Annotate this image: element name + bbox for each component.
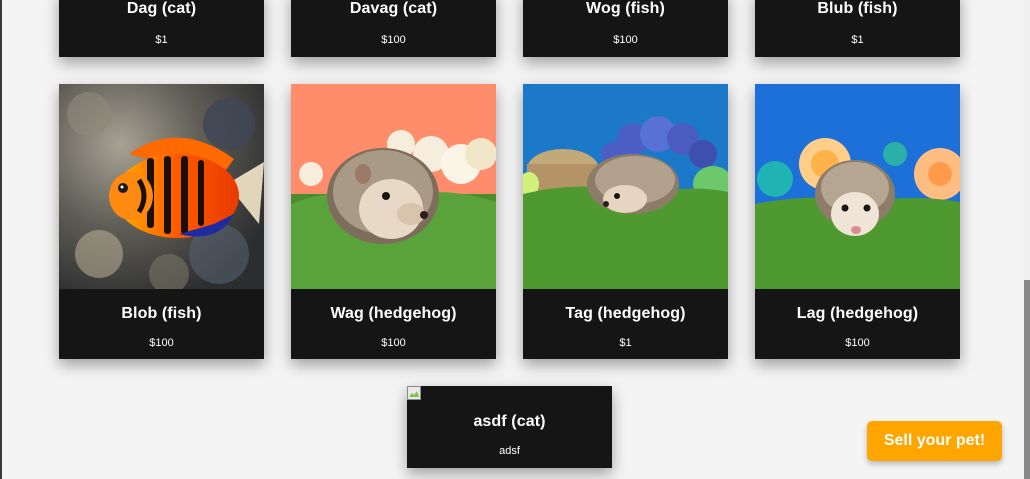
broken-image-icon — [407, 386, 421, 400]
pet-price: $100 — [149, 337, 174, 349]
pet-card-tag[interactable]: Tag (hedgehog) $1 — [523, 84, 728, 359]
pet-price: $100 — [613, 34, 638, 46]
scrollbar-thumb[interactable] — [1024, 280, 1030, 479]
pet-card-blob[interactable]: Blob (fish) $100 — [59, 84, 264, 359]
pet-card-dag[interactable]: Dag (cat) $1 — [59, 0, 264, 57]
pet-name: Wag (hedgehog) — [330, 305, 457, 322]
pet-price: adsf — [499, 445, 520, 457]
pet-price: $1 — [851, 34, 864, 46]
pet-card-davag[interactable]: Davag (cat) $100 — [291, 0, 496, 57]
vertical-scrollbar[interactable] — [1024, 0, 1030, 479]
pet-card-blub[interactable]: Blub (fish) $1 — [755, 0, 960, 57]
pet-price: $100 — [381, 34, 406, 46]
pet-name: asdf (cat) — [473, 413, 546, 430]
pet-name: Dag (cat) — [126, 0, 197, 17]
pet-photo-fish — [59, 84, 264, 289]
pet-price: $100 — [845, 337, 870, 349]
pet-name: Lag (hedgehog) — [796, 305, 919, 322]
pet-card-lag[interactable]: Lag (hedgehog) $100 — [755, 84, 960, 359]
pet-card-wag[interactable]: Wag (hedgehog) $100 — [291, 84, 496, 359]
pet-name: Davag (cat) — [349, 0, 438, 17]
pet-name: Wog (fish) — [586, 0, 665, 17]
pet-photo-hedgehog — [755, 84, 960, 289]
pet-name: Blub (fish) — [817, 0, 898, 17]
pet-price: $100 — [381, 337, 406, 349]
sell-your-pet-button[interactable]: Sell your pet! — [867, 421, 1002, 461]
pet-photo-hedgehog — [291, 84, 496, 289]
pet-price: $1 — [155, 34, 168, 46]
pet-name: Blob (fish) — [121, 305, 202, 322]
pet-card-wog[interactable]: Wog (fish) $100 — [523, 0, 728, 57]
pet-card-asdf[interactable]: asdf (cat) adsf — [407, 386, 612, 468]
pet-price: $1 — [619, 337, 632, 349]
pet-photo-hedgehog — [523, 84, 728, 289]
pet-name: Tag (hedgehog) — [565, 305, 686, 322]
